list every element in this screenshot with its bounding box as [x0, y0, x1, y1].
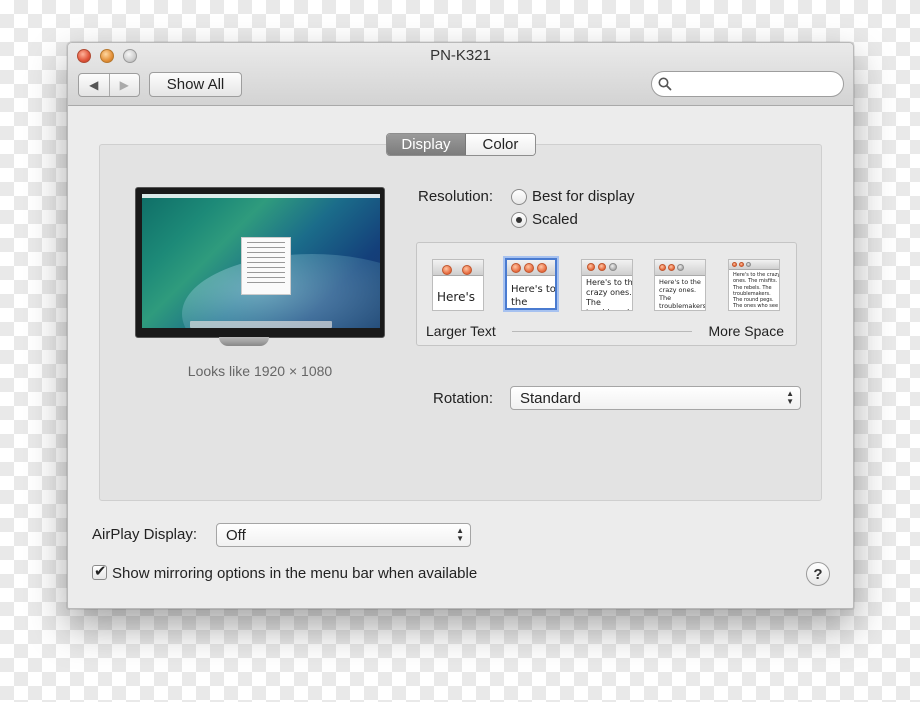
- rotation-select-value: Standard: [520, 389, 581, 407]
- help-button[interactable]: ?: [806, 562, 830, 586]
- rotation-label: Rotation:: [433, 390, 494, 407]
- preview-dock: [190, 321, 332, 328]
- airplay-select-value: Off: [226, 526, 246, 544]
- best-for-display-radio[interactable]: [511, 189, 527, 205]
- larger-text-label: Larger Text: [426, 323, 496, 339]
- select-arrows-icon: ▲ ▼: [786, 389, 794, 406]
- resolution-label: Resolution:: [418, 188, 494, 205]
- scale-option-sample-text: Here's to the crazy ones. The troublemak…: [659, 278, 706, 311]
- best-for-display-label[interactable]: Best for display: [532, 188, 635, 205]
- back-arrow-icon: ◀: [89, 78, 99, 92]
- desktop-preview: [142, 194, 380, 328]
- scale-option-larger-text[interactable]: Here's: [432, 259, 484, 311]
- scaled-radio[interactable]: [511, 212, 527, 228]
- scale-option-3[interactable]: Here's to the crazy ones. The troublemak…: [581, 259, 633, 311]
- monitor-stand: [219, 337, 269, 346]
- scale-option-2[interactable]: Here's to the troublemakers.: [505, 258, 557, 310]
- back-forward-control: ◀ ▶: [78, 73, 140, 97]
- scale-option-sample-text: Here's to the crazy ones. The troublemak…: [586, 278, 633, 310]
- help-icon: ?: [813, 565, 823, 583]
- display-preview-image: [135, 187, 385, 338]
- show-mirroring-checkbox[interactable]: [92, 562, 107, 580]
- preview-menu-bar: [142, 194, 380, 198]
- tab-color[interactable]: Color: [465, 134, 535, 155]
- window-title: PN-K321: [430, 47, 491, 64]
- scale-slider-track: [512, 331, 692, 332]
- forward-button[interactable]: ▶: [110, 74, 140, 96]
- scale-option-sample-text: Here's to the troublemakers.: [511, 284, 556, 308]
- preferences-window: PN-K321 ◀ ▶ Show All Display Color Looks…: [67, 42, 854, 609]
- select-arrows-icon: ▲ ▼: [456, 526, 464, 543]
- airplay-display-select[interactable]: Off ▲ ▼: [216, 523, 471, 547]
- tab-control: Display Color: [386, 133, 536, 156]
- show-mirroring-label[interactable]: Show mirroring options in the menu bar w…: [112, 565, 477, 582]
- title-bar: PN-K321 ◀ ▶ Show All: [68, 43, 853, 106]
- preview-document-window: [241, 237, 291, 295]
- rotation-select[interactable]: Standard ▲ ▼: [510, 386, 801, 410]
- scaled-label[interactable]: Scaled: [532, 211, 578, 228]
- scale-option-more-space[interactable]: Here's to the crazy ones. The misfits. T…: [728, 259, 780, 311]
- scale-option-4[interactable]: Here's to the crazy ones. The troublemak…: [654, 259, 706, 311]
- show-all-button[interactable]: Show All: [149, 72, 242, 97]
- scaling-options-box: Here's Here's to the troublemakers. Here…: [416, 242, 797, 346]
- airplay-display-label: AirPlay Display:: [92, 526, 198, 543]
- search-icon: [658, 77, 672, 91]
- search-field[interactable]: [651, 71, 844, 97]
- scale-option-sample-text: Here's: [437, 290, 476, 304]
- resolution-looks-like-text: Looks like 1920 × 1080: [187, 363, 333, 379]
- more-space-label: More Space: [708, 323, 784, 339]
- forward-arrow-icon: ▶: [119, 78, 129, 92]
- back-button[interactable]: ◀: [79, 74, 110, 96]
- scale-option-sample-text: Here's to the crazy ones. The misfits. T…: [733, 272, 780, 310]
- tab-display[interactable]: Display: [387, 134, 466, 155]
